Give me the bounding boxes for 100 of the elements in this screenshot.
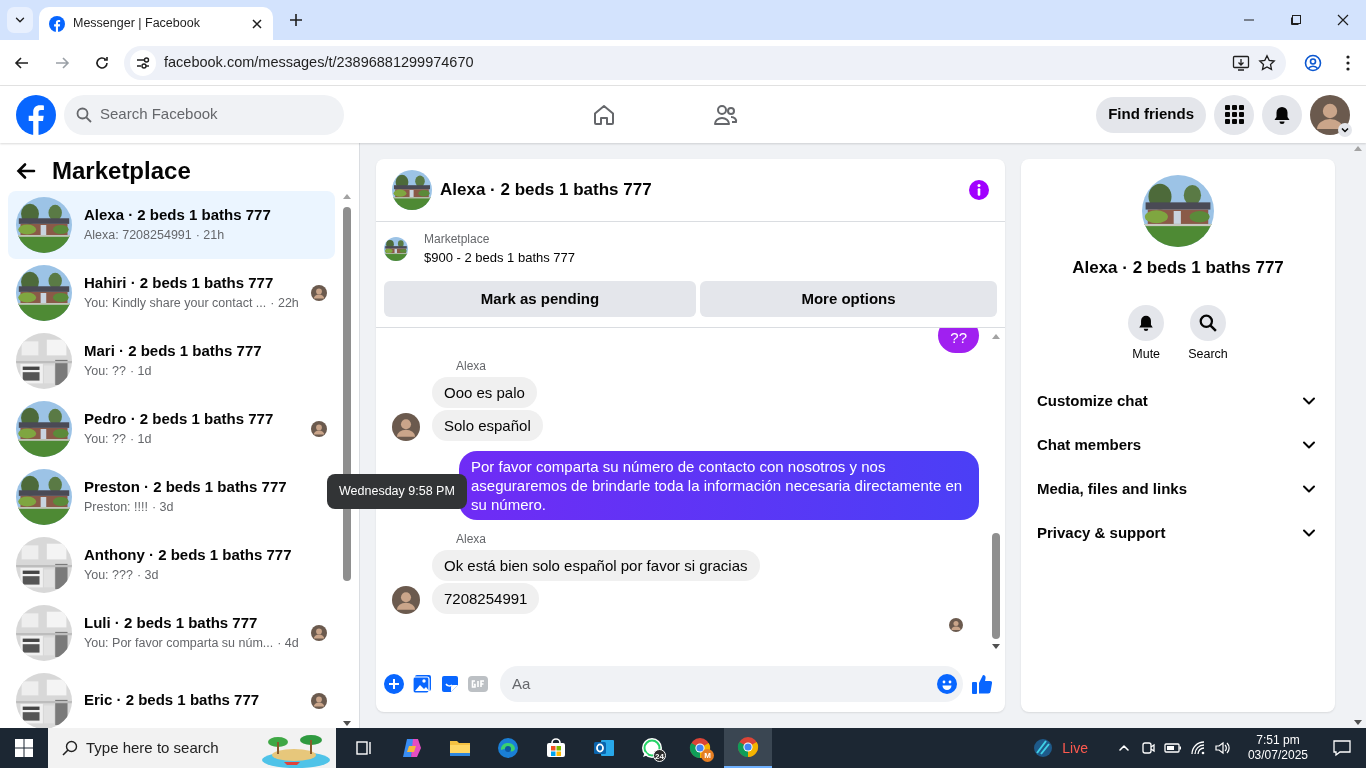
conversation-item[interactable]: Mari · 2 beds 1 baths 777 You: ?? · 1d — [8, 326, 335, 395]
message-preview: You: Por favor comparta su núm... — [84, 635, 274, 653]
wifi-icon[interactable] — [1189, 740, 1206, 756]
scrollbar-thumb[interactable] — [992, 533, 1000, 640]
windows-start-icon[interactable] — [15, 739, 33, 757]
install-icon[interactable] — [1232, 53, 1250, 72]
facebook-logo[interactable] — [16, 94, 56, 135]
listing-label: Marketplace — [424, 230, 491, 248]
cricket-icon[interactable] — [1032, 737, 1055, 759]
speaker-icon[interactable] — [1213, 740, 1232, 756]
plus-icon[interactable] — [289, 13, 303, 27]
home-icon[interactable] — [592, 102, 616, 127]
listing-action-button[interactable]: Mark as pending — [384, 281, 696, 318]
search-field[interactable]: Search Facebook — [64, 94, 344, 135]
message-preview: Alexa: 7208254991 — [84, 227, 192, 245]
message-time: · 3d — [136, 567, 159, 585]
message-time: · 21h — [195, 227, 225, 245]
find-friends-button[interactable]: Find friends — [1096, 96, 1206, 133]
taskbar-app[interactable]: 24 — [628, 728, 676, 768]
search-icon — [62, 740, 78, 756]
clock-time[interactable]: 7:51 pm — [1247, 733, 1308, 748]
close-icon[interactable] — [1336, 14, 1349, 26]
more-icon[interactable] — [1346, 54, 1350, 71]
add-icon[interactable] — [384, 674, 404, 695]
conversation-name: Preston · 2 beds 1 baths 777 — [84, 476, 288, 497]
section-header[interactable]: Customize chat — [1021, 379, 1335, 424]
message-time: · 1d — [129, 363, 152, 381]
copilot-icon — [400, 736, 424, 760]
site-settings-icon[interactable] — [135, 54, 151, 71]
conversation-item[interactable]: Pedro · 2 beds 1 baths 777 You: ?? · 1d — [8, 394, 335, 463]
sticker-icon[interactable] — [440, 674, 460, 695]
scroll-down-icon[interactable] — [992, 644, 1000, 651]
message-time: · 4d — [277, 635, 299, 653]
battery-icon[interactable] — [1163, 740, 1182, 756]
action-label: Mute — [1132, 345, 1161, 363]
store-icon — [545, 737, 567, 759]
message-time: · 22h — [270, 295, 299, 313]
sender-name: Alexa — [456, 358, 488, 376]
forward-icon[interactable] — [54, 54, 70, 71]
message-preview: You: Kindly share your contact ... — [84, 295, 267, 313]
action-button[interactable] — [1190, 304, 1226, 341]
sender-name: Alexa — [456, 531, 488, 549]
section-header[interactable]: Media, files and links — [1021, 467, 1335, 512]
action-button[interactable] — [1128, 304, 1165, 341]
details-title: Alexa · 2 beds 1 baths 777 — [1072, 257, 1284, 279]
reload-icon[interactable] — [94, 54, 110, 71]
back-arrow-icon[interactable] — [16, 160, 36, 181]
section-header[interactable]: Privacy & support — [1021, 511, 1335, 556]
notifications-icon[interactable] — [1332, 738, 1352, 758]
star-icon[interactable] — [1258, 53, 1276, 72]
info-icon[interactable] — [969, 179, 989, 200]
message-time: · 1d — [129, 431, 152, 449]
search-icon — [76, 106, 92, 123]
scroll-down-icon[interactable] — [1354, 720, 1362, 726]
message-preview: You: ?? — [84, 431, 126, 449]
listing-action-button[interactable]: More options — [700, 281, 997, 318]
grid-icon — [1224, 105, 1244, 124]
listing-title: $900 - 2 beds 1 baths 777 — [424, 248, 576, 267]
message-bubble: Solo español — [432, 410, 543, 442]
conversation-name: Eric · 2 beds 1 baths 777 — [84, 690, 261, 711]
message-bubble: 7208254991 — [432, 583, 540, 615]
like-icon[interactable] — [971, 673, 993, 696]
live-label[interactable]: Live — [1062, 737, 1088, 759]
app-badge: M — [701, 749, 714, 762]
message-bubble: Ok está bien solo español por favor si gracias — [432, 550, 760, 582]
conversation-item[interactable]: Alexa · 2 beds 1 baths 777 Alexa: 7208254991 · 21h — [8, 190, 335, 259]
conversation-name: Luli · 2 beds 1 baths 777 — [84, 612, 259, 633]
camera-icon[interactable] — [1139, 740, 1156, 756]
account-avatar[interactable] — [1310, 94, 1350, 135]
edge-icon — [496, 736, 520, 760]
clock-date[interactable]: 03/07/2025 — [1247, 748, 1308, 763]
app-badge: 24 — [653, 749, 666, 762]
menu-button[interactable] — [1214, 94, 1254, 135]
timestamp-tooltip: Wednesday 9:58 PM — [327, 474, 467, 509]
conversation-name: Anthony · 2 beds 1 baths 777 — [84, 544, 293, 565]
conversation-item[interactable]: Luli · 2 beds 1 baths 777 You: Por favor comparta su núm... · 4d — [8, 598, 335, 667]
friends-icon[interactable] — [712, 102, 738, 127]
conversation-item[interactable]: Eric · 2 beds 1 baths 777 — [8, 666, 335, 728]
photo-icon[interactable] — [412, 674, 432, 695]
account-menu-icon[interactable] — [1338, 122, 1352, 137]
emoji-icon[interactable] — [937, 674, 957, 695]
conversation-name: Pedro · 2 beds 1 baths 777 — [84, 408, 275, 429]
message-input[interactable]: Aa — [500, 666, 963, 703]
chat-title: Alexa · 2 beds 1 baths 777 — [440, 179, 653, 202]
maximize-icon[interactable] — [1289, 14, 1302, 26]
sidebar-title: Marketplace — [52, 155, 191, 186]
conversation-name: Alexa · 2 beds 1 baths 777 — [84, 204, 272, 225]
message-preview: Preston: !!!! — [84, 499, 148, 517]
chrome-icon — [736, 735, 760, 759]
conversation-name: Hahiri · 2 beds 1 baths 777 — [84, 272, 275, 293]
conversation-item[interactable]: Hahiri · 2 beds 1 baths 777 You: Kindly share your contact ... · 22h — [8, 258, 335, 327]
profile-icon[interactable] — [1304, 53, 1322, 72]
close-icon[interactable] — [251, 17, 263, 30]
section-header[interactable]: Chat members — [1021, 423, 1335, 468]
bell-icon — [1137, 313, 1156, 332]
conversation-item[interactable]: Anthony · 2 beds 1 baths 777 You: ??? · 3d — [8, 530, 335, 599]
back-icon[interactable] — [14, 54, 30, 71]
message-time: · 3d — [151, 499, 174, 517]
notifications-button[interactable] — [1262, 94, 1302, 135]
message-bubble: Ooo es palo — [432, 377, 537, 409]
